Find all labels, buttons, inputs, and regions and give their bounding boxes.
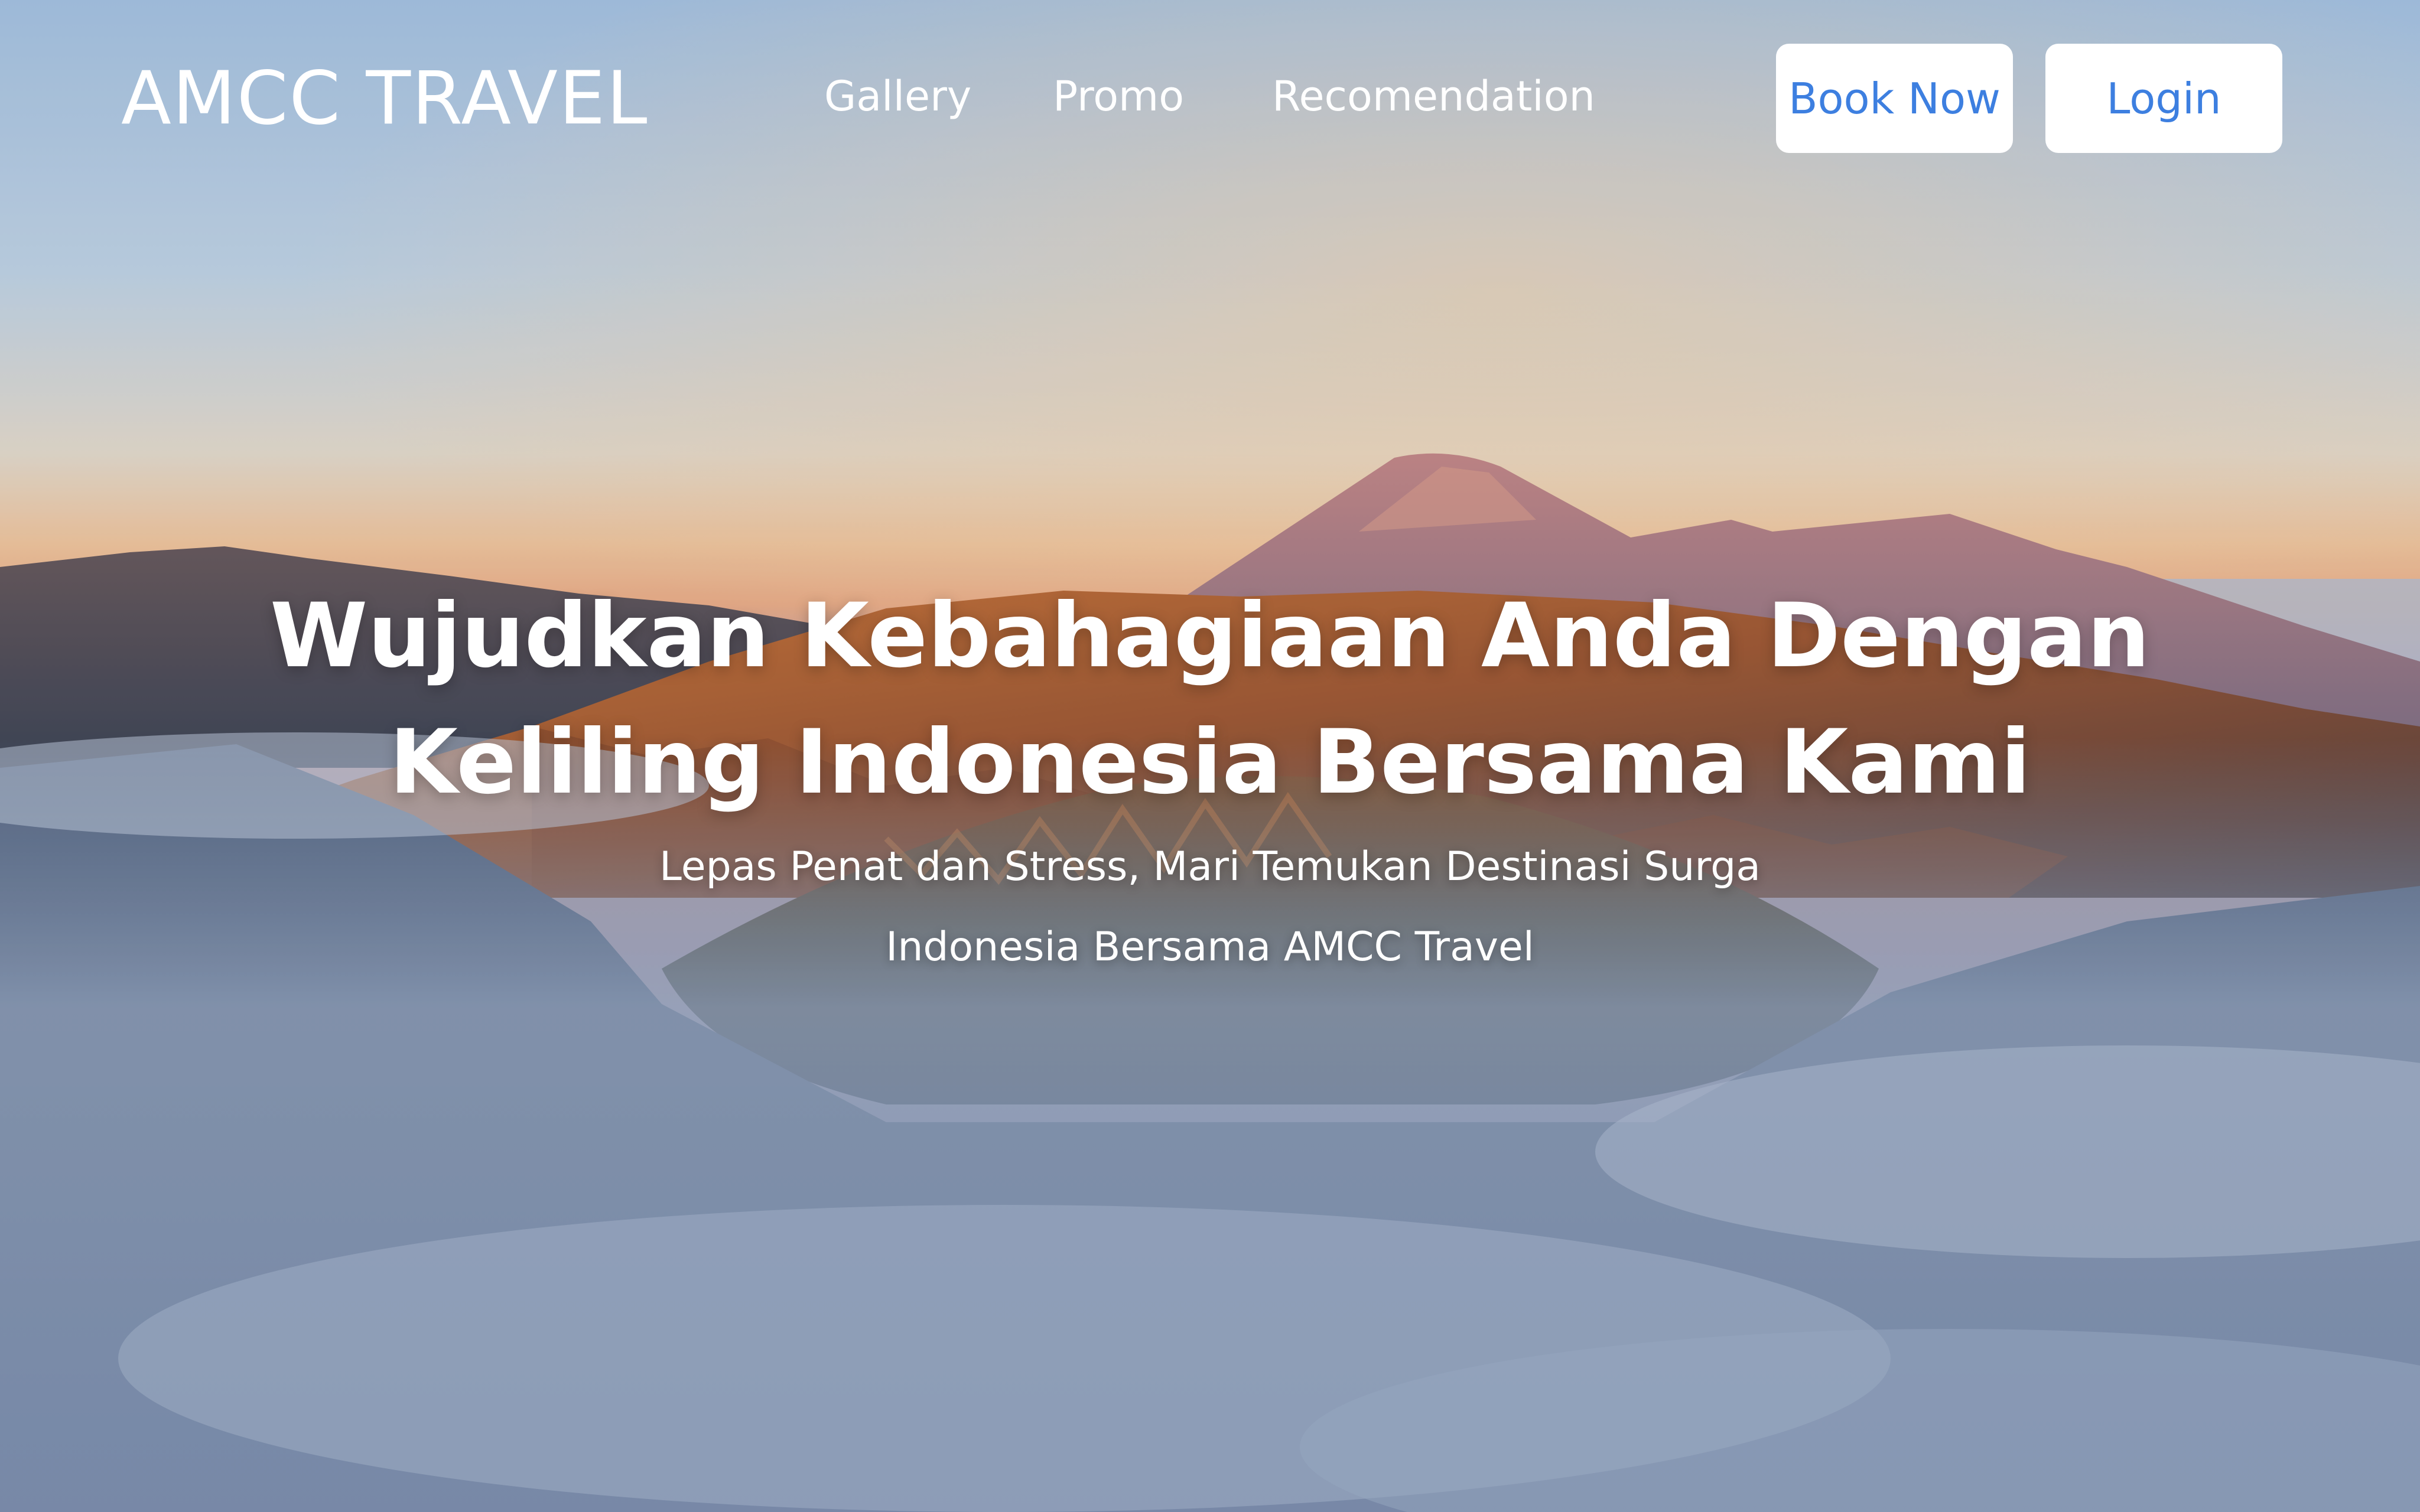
top-navbar: AMCC TRAVEL Gallery Promo Recomendation … [0,0,2420,195]
hero-headline-line-1: Wujudkan Kebahagiaan Anda Dengan [269,585,2151,687]
hero-headline-line-2: Keliling Indonesia Bersama Kami [389,711,2031,814]
book-now-button[interactable]: Book Now [1776,44,2013,153]
hero-subtitle: Lepas Penat dan Stress, Mari Temukan Des… [0,827,2420,988]
hero-headline: Wujudkan Kebahagiaan Anda Dengan Kelilin… [0,573,2420,826]
hero-subtitle-line-1: Lepas Penat dan Stress, Mari Temukan Des… [659,843,1761,890]
nav-link-recomendation[interactable]: Recomendation [1272,70,1595,123]
login-button[interactable]: Login [2045,44,2282,153]
brand-logo[interactable]: AMCC TRAVEL [121,54,648,143]
nav-link-promo[interactable]: Promo [1053,70,1184,123]
hero-subtitle-line-2: Indonesia Bersama AMCC Travel [886,924,1534,970]
nav-link-gallery[interactable]: Gallery [824,70,971,123]
